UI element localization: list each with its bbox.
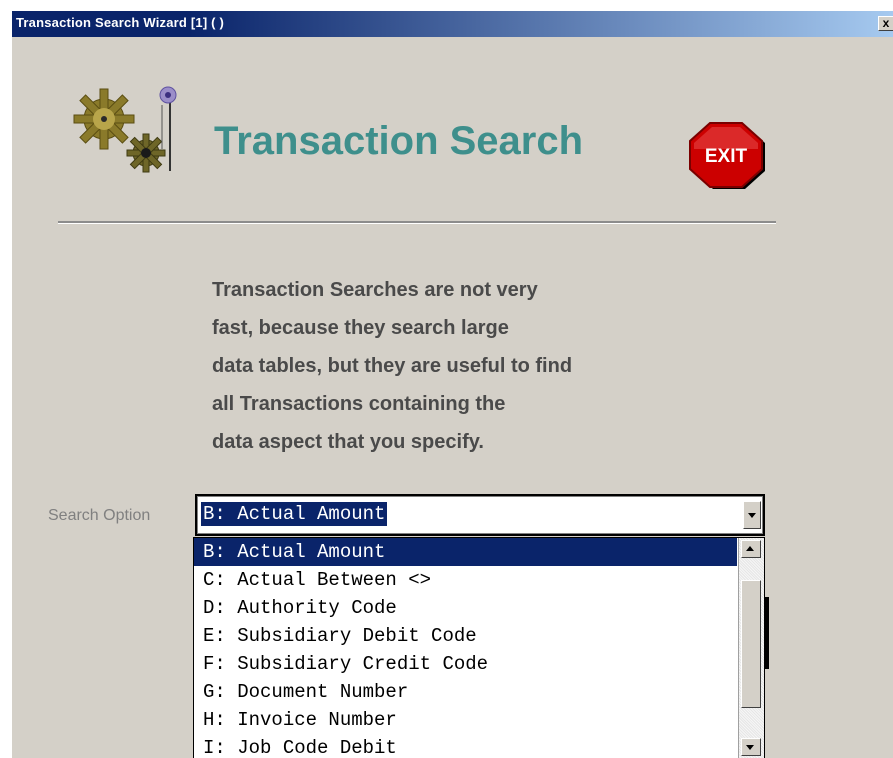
list-item[interactable]: D: Authority Code [194, 594, 737, 622]
description-line: Transaction Searches are not very [212, 279, 538, 301]
search-option-combobox[interactable]: B: Actual Amount [195, 494, 765, 536]
search-option-list[interactable]: B: Actual Amount C: Actual Between <> D:… [193, 537, 765, 758]
list-item[interactable]: G: Document Number [194, 678, 737, 706]
scroll-down-button[interactable] [741, 738, 761, 756]
chevron-up-icon [746, 546, 754, 551]
gears-icon [73, 86, 177, 173]
list-item[interactable]: I: Job Code Debit [194, 734, 737, 758]
header-divider [58, 221, 776, 224]
chevron-down-icon [746, 745, 754, 750]
list-item[interactable]: C: Actual Between <> [194, 566, 737, 594]
search-option-value[interactable]: B: Actual Amount [201, 502, 388, 526]
window-title: Transaction Search Wizard [1] ( ) [16, 15, 225, 30]
wizard-window: Transaction Search Wizard [1] ( ) x Tran… [10, 10, 893, 758]
scroll-thumb[interactable] [741, 580, 761, 708]
close-button[interactable]: x [878, 16, 893, 31]
list-item[interactable]: F: Subsidiary Credit Code [194, 650, 737, 678]
list-item[interactable]: B: Actual Amount [194, 538, 737, 566]
exit-label: EXIT [705, 146, 748, 167]
scroll-up-button[interactable] [741, 540, 761, 558]
description-line: all Transactions containing the [212, 393, 506, 415]
title-bar[interactable]: Transaction Search Wizard [1] ( ) x [12, 11, 893, 37]
description-line: fast, because they search large [212, 317, 509, 339]
exit-button[interactable]: EXIT [684, 119, 766, 189]
page-title: Transaction Search [214, 119, 584, 163]
list-scrollbar[interactable] [738, 538, 764, 758]
list-item[interactable]: E: Subsidiary Debit Code [194, 622, 737, 650]
list-item[interactable]: H: Invoice Number [194, 706, 737, 734]
dropdown-button[interactable] [743, 501, 761, 529]
background-control-edge [765, 597, 769, 669]
description-text: Transaction Searches are not very fast, … [212, 271, 692, 461]
description-line: data aspect that you specify. [212, 431, 484, 453]
search-option-label: Search Option [48, 507, 151, 524]
description-line: data tables, but they are useful to find [212, 355, 573, 377]
chevron-down-icon [748, 513, 756, 518]
